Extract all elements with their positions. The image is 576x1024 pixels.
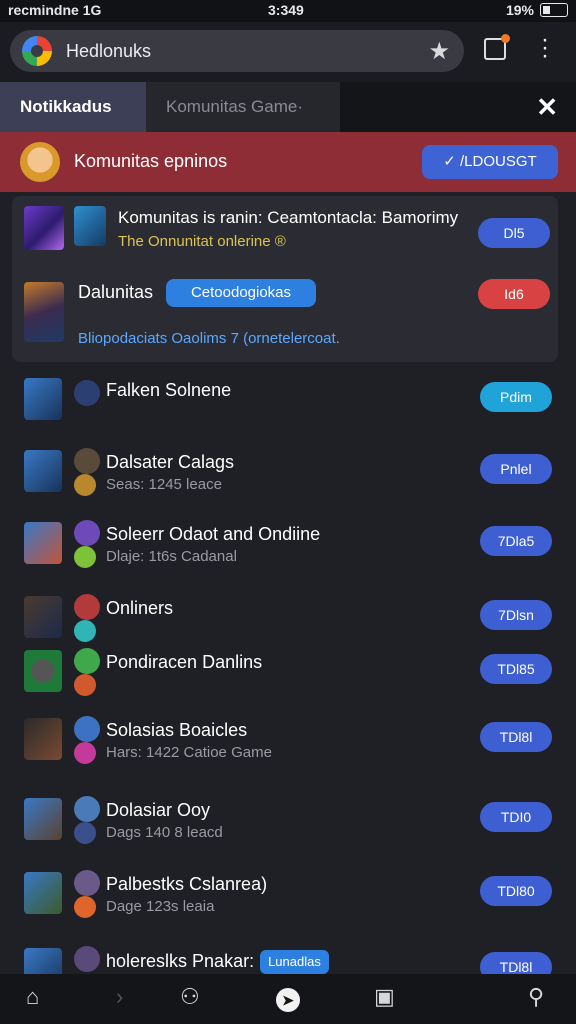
row-title: Onliners <box>106 598 174 618</box>
list-item[interactable]: Soleerr Odaot and Ondiine Dlaje: 1t6s Ca… <box>0 516 576 572</box>
banner-title: Komunitas epninos <box>74 151 228 171</box>
game-icon <box>24 522 62 564</box>
tabs-grid-icon[interactable]: ▣ <box>374 984 395 1010</box>
row-button[interactable]: Pnlel <box>480 454 552 484</box>
address-bar-text: Hedlonuks <box>66 41 152 61</box>
row-button[interactable]: Pdim <box>480 382 552 412</box>
row-title: Dalsater Calags <box>106 452 235 472</box>
address-bar[interactable]: Hedlonuks ★ <box>10 30 464 72</box>
game-icon <box>24 798 62 840</box>
row-button[interactable]: 7Dlsn <box>480 600 552 630</box>
list-item[interactable]: Dolasiar Ooy Dags 140 8 leacd TDI0 <box>0 792 576 848</box>
browser-toolbar: Hedlonuks ★ · · · <box>0 22 576 82</box>
row-subtitle: Dlaje: 1t6s Cadanal <box>106 548 237 565</box>
avatar <box>74 870 100 896</box>
badge-icon <box>74 742 96 764</box>
row-button[interactable]: TDI0 <box>480 802 552 832</box>
game-icon <box>24 596 62 638</box>
browser-logo-icon <box>22 36 52 66</box>
list-item[interactable]: Pondiracen Danlins TDl85 <box>0 644 576 700</box>
community-banner: Komunitas epninos ✓ /LDOUSGT <box>0 132 576 192</box>
game-icon <box>24 650 62 692</box>
avatar <box>74 946 100 972</box>
card-title: Komunitas is ranin: Ceamtontacla: Bamori… <box>118 208 459 227</box>
list-item[interactable]: Onliners 7Dlsn <box>0 590 576 646</box>
game-icon <box>24 378 62 420</box>
status-right: 19% <box>506 2 568 18</box>
row-title-text: holereslks Pnakar: <box>106 950 255 971</box>
banner-avatar <box>20 142 60 182</box>
menu-dots-icon[interactable]: · · · <box>538 28 552 68</box>
row-title: Soleerr Odaot and Ondiine <box>106 524 321 544</box>
row-button[interactable]: TDl8l <box>480 722 552 752</box>
game-icon <box>24 718 62 760</box>
row-title: Dolasiar Ooy <box>106 800 211 820</box>
featured-card: Komunitas is ranin: Ceamtontacla: Bamori… <box>12 196 558 362</box>
battery-percent: 19% <box>505 2 534 18</box>
card-action-button-2[interactable]: Id6 <box>478 279 550 309</box>
people-icon[interactable]: ⚇ <box>180 984 200 1010</box>
badge-icon <box>74 822 96 844</box>
row-subtitle: Hars: 1422 Catioe Game <box>106 744 272 761</box>
row-button[interactable]: TDl85 <box>480 654 552 684</box>
badge-icon <box>74 896 96 918</box>
game-icon <box>24 450 62 492</box>
avatar <box>74 594 100 620</box>
battery-icon <box>540 3 568 17</box>
compass-icon[interactable]: ➤ <box>276 988 300 1012</box>
row-tag[interactable]: Lunadlas <box>260 950 329 974</box>
search-icon[interactable]: ⚲ <box>528 984 544 1010</box>
game-icon <box>24 872 62 914</box>
avatar <box>74 648 100 674</box>
list-item[interactable]: Solasias Boaicles Hars: 1422 Catioe Game… <box>0 712 576 768</box>
tab-notifications[interactable]: Notikkadus <box>0 82 146 132</box>
badge-icon <box>74 474 96 496</box>
row-title: Falken Solnene <box>106 380 232 400</box>
category-tag[interactable]: Cetoodogiokas <box>166 279 316 307</box>
row-title: Solasias Boaicles <box>106 720 248 740</box>
notification-dot <box>501 34 510 43</box>
row-subtitle: Dags 140 8 leacd <box>106 824 223 841</box>
list-item[interactable]: Falken Solnene Pdim <box>0 372 576 428</box>
list-item[interactable]: Dalsater Calags Seas: 1245 leace Pnlel <box>0 444 576 500</box>
row-button[interactable]: 7Dla5 <box>480 526 552 556</box>
card-item-title: Dalunitas <box>78 282 154 302</box>
close-icon[interactable]: ✕ <box>536 92 558 123</box>
avatar <box>74 716 100 742</box>
game-badge-icon <box>74 206 106 246</box>
row-title: Pondiracen Danlins <box>106 652 263 672</box>
avatar <box>74 520 100 546</box>
list-item[interactable]: holereslks Pnakar: Lunadlas TDl8l <box>0 942 576 974</box>
row-button[interactable]: TDl8l <box>480 952 552 974</box>
avatar <box>74 380 100 406</box>
row-button[interactable]: TDl80 <box>480 876 552 906</box>
game-icon <box>24 948 62 974</box>
tabs-button[interactable] <box>484 34 510 60</box>
row-title: Palbestks Cslanrea) <box>106 874 268 894</box>
badge-icon <box>74 620 96 642</box>
list-item[interactable]: Palbestks Cslanrea) Dage 123s leaia TDl8… <box>0 866 576 922</box>
card-footer: Bliopodaciats Oaolims 7 (ornetelercoat. <box>78 330 340 347</box>
banner-action-button[interactable]: ✓ /LDOUSGT <box>422 145 558 179</box>
row-subtitle: Seas: 1245 leace <box>106 476 222 493</box>
row-subtitle: Dage 123s leaia <box>106 898 215 915</box>
badge-icon <box>74 546 96 568</box>
bottom-navigation: ⌂ › ⚇ ➤ ▣ ⚲ <box>0 974 576 1024</box>
status-bar: recmindne 1G 3:349 19% <box>0 0 576 22</box>
home-icon[interactable]: ⌂ <box>26 984 39 1010</box>
status-left-text: recmindne 1G <box>8 2 102 18</box>
game-thumbnail-2 <box>24 282 64 342</box>
avatar <box>74 796 100 822</box>
avatar <box>74 448 100 474</box>
row-title: holereslks Pnakar: Lunadlas <box>106 950 329 974</box>
card-action-button[interactable]: Dl5 <box>478 218 550 248</box>
card-subtitle: The Onnunitat onlerine ® <box>118 233 286 250</box>
badge-icon <box>74 674 96 696</box>
game-thumbnail <box>24 206 64 250</box>
tab-community-game[interactable]: Komunitas Game· <box>146 82 340 132</box>
chevron-right-icon[interactable]: › <box>116 984 123 1010</box>
tab-row: Notikkadus Komunitas Game· ✕ <box>0 82 576 132</box>
bookmark-star-icon[interactable]: ★ <box>428 37 450 66</box>
status-time: 3:349 <box>268 2 304 18</box>
